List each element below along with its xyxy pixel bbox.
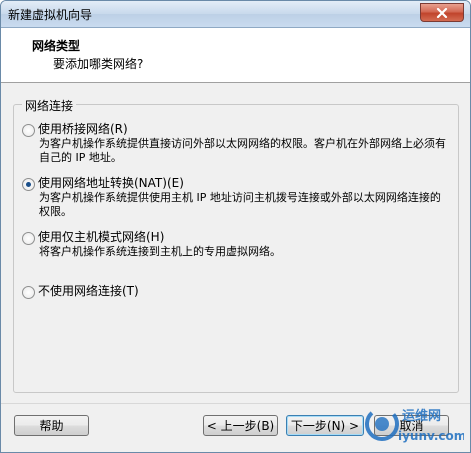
back-button[interactable]: < 上一步(B) xyxy=(203,415,278,436)
option-nat: 使用网络地址转换(NAT)(E) 为客户机操作系统提供使用主机 IP 地址访问主… xyxy=(22,176,449,219)
radio-host-only[interactable] xyxy=(22,232,35,245)
watermark-brand: 运维网 xyxy=(402,408,441,424)
group-legend: 网络连接 xyxy=(22,97,77,114)
next-button[interactable]: 下一步(N) > xyxy=(286,415,364,436)
network-connection-group: 网络连接 使用桥接网络(R) 为客户机操作系统提供直接访问外部以太网网络的权限。… xyxy=(13,97,459,393)
wizard-window: 新建虚拟机向导 网络类型 要添加哪类网络? 网络连接 使用桥接网络(R) 为客户… xyxy=(0,0,471,453)
watermark-url: iyunv.com xyxy=(398,429,464,443)
option-label[interactable]: 使用仅主机模式网络(H) xyxy=(38,230,164,245)
radio-bridged[interactable] xyxy=(22,124,35,137)
option-bridged: 使用桥接网络(R) 为客户机操作系统提供直接访问外部以太网网络的权限。客户机在外… xyxy=(22,122,449,165)
page-title: 网络类型 xyxy=(32,39,81,53)
radio-nat[interactable] xyxy=(22,178,35,191)
wizard-header: 网络类型 要添加哪类网络? xyxy=(1,28,470,83)
radio-no-network[interactable] xyxy=(22,286,35,299)
option-description: 为客户机操作系统提供使用主机 IP 地址访问主机拨号连接或外部以太网网络连接的权… xyxy=(39,191,441,218)
option-label[interactable]: 使用桥接网络(R) xyxy=(38,122,128,137)
option-label[interactable]: 使用网络地址转换(NAT)(E) xyxy=(38,176,184,191)
option-description: 为客户机操作系统提供直接访问外部以太网网络的权限。客户机在外部网络上必须有自己的… xyxy=(39,137,446,164)
option-description: 将客户机操作系统连接到主机上的专用虚拟网络。 xyxy=(39,245,281,258)
close-button[interactable] xyxy=(420,3,464,22)
title-bar: 新建虚拟机向导 xyxy=(1,1,470,28)
window-title: 新建虚拟机向导 xyxy=(8,8,93,22)
option-no-network: 不使用网络连接(T) xyxy=(22,284,139,299)
close-icon xyxy=(436,7,448,18)
option-host-only: 使用仅主机模式网络(H) 将客户机操作系统连接到主机上的专用虚拟网络。 xyxy=(22,230,449,259)
watermark-logo: 运维网 iyunv.com xyxy=(365,407,464,443)
option-label[interactable]: 不使用网络连接(T) xyxy=(38,284,139,299)
page-subtitle: 要添加哪类网络? xyxy=(53,57,144,71)
help-button[interactable]: 帮助 xyxy=(14,415,89,436)
